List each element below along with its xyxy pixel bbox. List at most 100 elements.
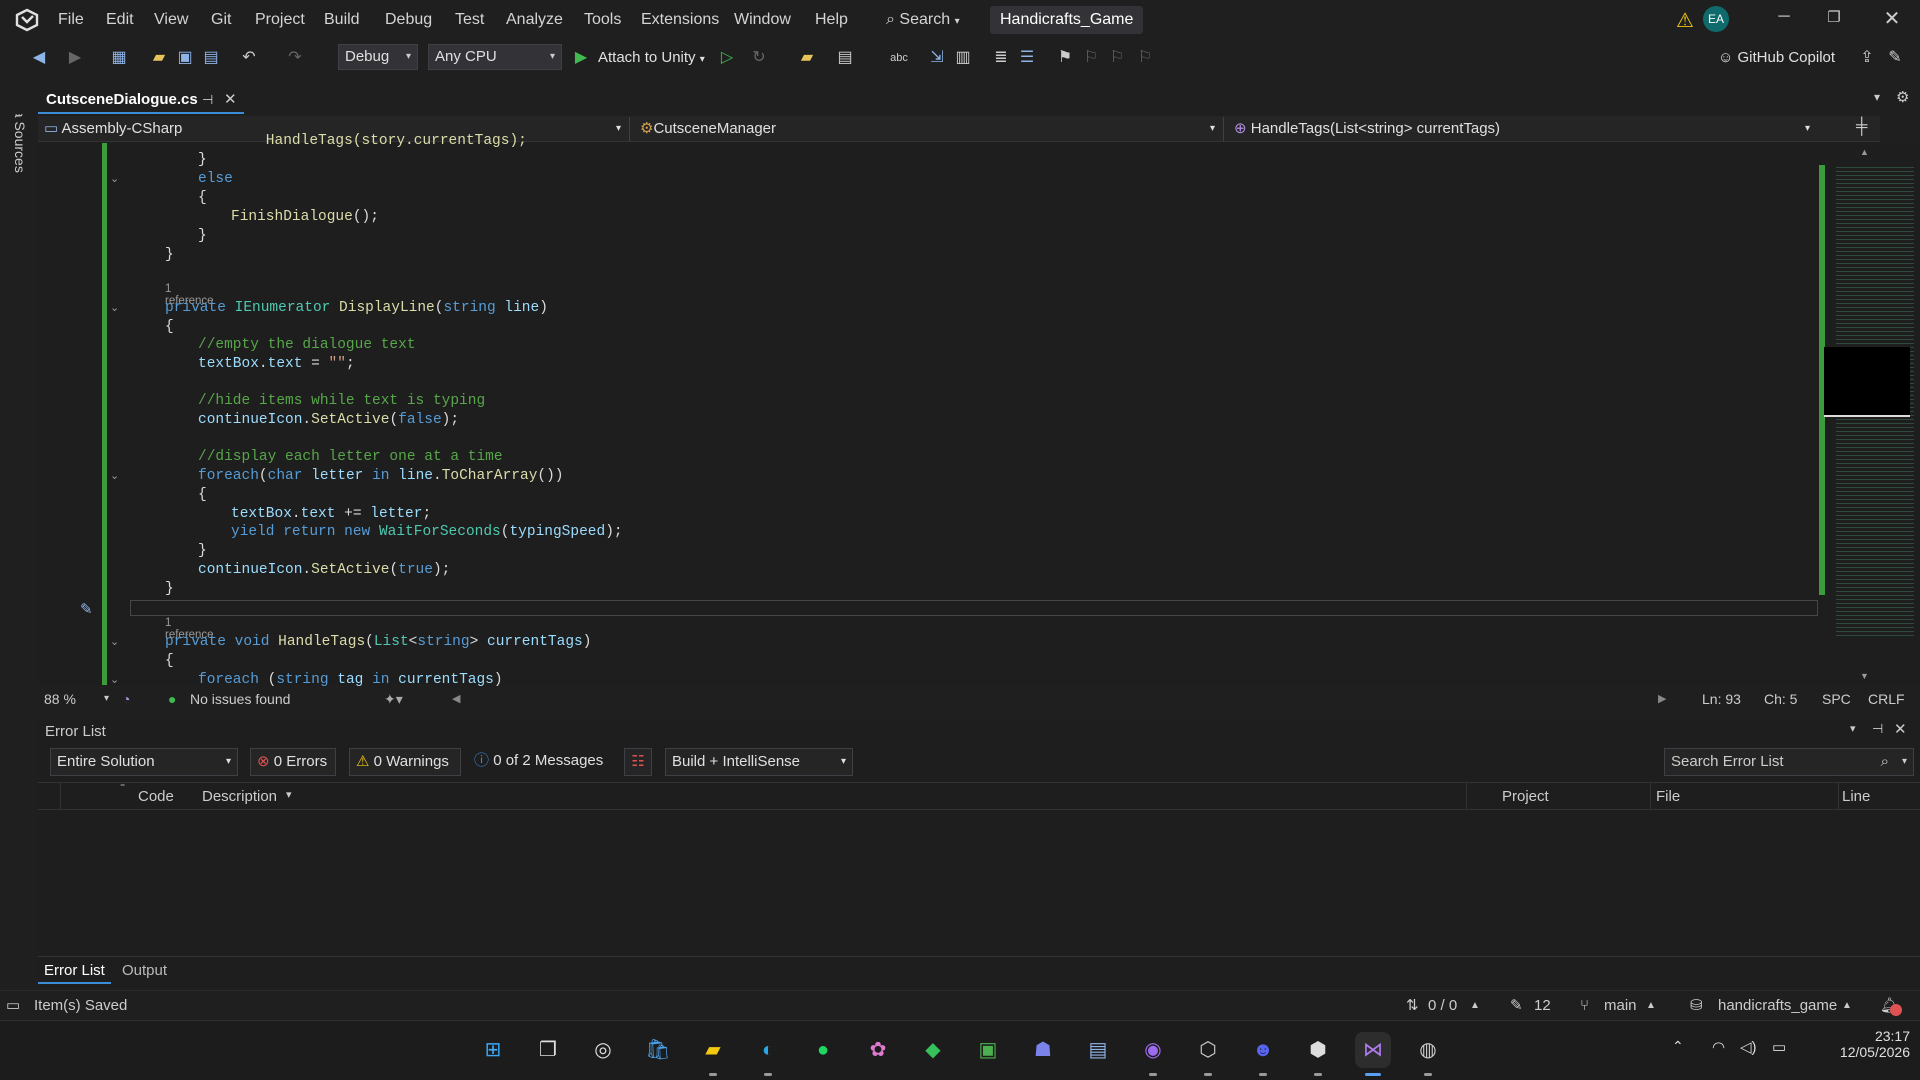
column-number[interactable]: Ch: 5 [1764,688,1797,710]
panel-menu-icon[interactable]: ▾ [1850,722,1856,735]
menu-view[interactable]: View [148,8,194,32]
zoom-level[interactable]: 88 % [44,688,76,710]
volume-icon[interactable]: ◁) [1740,1038,1757,1056]
quick-actions-icon[interactable]: ✎ [80,600,93,618]
edge-icon[interactable]: ◐ [750,1032,786,1076]
minecraft-icon[interactable]: ▣ [970,1032,1006,1068]
feedback-icon[interactable]: ✎ [1882,46,1908,70]
chevron-down-icon[interactable]: ▾ [104,688,109,710]
scroll-down-icon[interactable]: ▼ [1860,671,1869,681]
back-icon[interactable]: ◀ [26,46,52,70]
search-error-list-input[interactable]: Search Error List ⌕ ▾ [1664,748,1914,776]
attach-to-unity-button[interactable]: Attach to Unity ▾ [598,46,705,70]
menu-file[interactable]: File [52,8,90,32]
scope-select[interactable]: Entire Solution ▾ [50,748,238,776]
menu-debug[interactable]: Debug [379,8,438,32]
filter-build-errors-icon[interactable]: ☷ [624,748,652,776]
column-header-project[interactable]: Project [1502,788,1549,805]
chevron-up-icon[interactable]: ▲ [1646,991,1656,1021]
share-icon[interactable]: ⇪ [1854,46,1880,70]
video-editor-icon[interactable]: ▤ [1080,1032,1116,1068]
configuration-select[interactable]: Debug ▾ [338,44,418,70]
github-copilot-button[interactable]: ☺ GitHub Copilot [1718,46,1835,70]
issues-status[interactable]: No issues found [190,688,290,710]
restore-icon[interactable]: ❐ [1814,8,1854,26]
search-button[interactable]: ⌕ Search ▾ [880,8,966,32]
menu-help[interactable]: Help [809,8,854,32]
messages-filter-button[interactable]: ⓘ 0 of 2 Messages [474,748,603,776]
menu-test[interactable]: Test [449,8,490,32]
avatar[interactable]: EA [1703,6,1729,32]
close-icon[interactable]: ✕ [1872,6,1912,31]
fold-chevron-icon[interactable]: ⌄ [110,673,119,686]
errors-filter-button[interactable]: ⊗ 0 Errors [250,748,336,776]
start-without-debug-icon[interactable]: ▷ [714,46,740,70]
store-icon[interactable]: 🛍︎ [640,1032,676,1068]
build-filter-select[interactable]: Build + IntelliSense ▾ [665,748,853,776]
close-panel-icon[interactable]: ✕ [1894,720,1907,738]
next-bookmark-icon[interactable]: ⚐ [1104,46,1130,70]
pin-icon[interactable]: ⊣ [1872,721,1883,737]
clear-bookmarks-icon[interactable]: ⚐ [1132,46,1158,70]
start-menu-icon[interactable]: ⊞ [475,1032,511,1068]
edit-count[interactable]: 12 [1534,991,1551,1021]
copilot-app-icon[interactable]: ◎ [585,1032,621,1068]
line-number[interactable]: Ln: 93 [1702,688,1741,710]
scroll-right-icon[interactable]: ▶ [1658,688,1666,710]
solution-name-badge[interactable]: Handicrafts_Game [990,6,1144,34]
tab-error-list[interactable]: Error List [38,958,111,984]
chevron-down-icon[interactable]: ▾ [286,788,292,801]
outdent-icon[interactable]: ☰ [1014,46,1040,70]
save-icon[interactable]: ▣ [172,46,198,70]
fold-chevron-icon[interactable]: ⌄ [110,301,119,314]
paint-icon[interactable]: ✿ [860,1032,896,1068]
minimap-scrollbar[interactable]: ▲ ▼ [1818,143,1920,685]
unity-icon[interactable]: ⬢ [1300,1032,1336,1076]
column-header-file[interactable]: File [1656,788,1680,805]
visual-studio-logo-icon[interactable] [14,8,40,32]
bookmark-icon[interactable]: ⚑ [1052,46,1078,70]
spellcheck-icon[interactable]: abc [886,46,912,70]
copilot-status-icon[interactable]: ◔ [122,688,130,710]
prev-bookmark-icon[interactable]: ⚐ [1078,46,1104,70]
member-dropdown[interactable]: ⊕ HandleTags(List<string> currentTags) ▾ [1234,117,1818,141]
output-icon[interactable]: ▭ [6,991,20,1021]
line-endings[interactable]: CRLF [1868,688,1905,710]
hot-reload-icon[interactable]: ↻ [746,46,772,70]
redo-icon[interactable]: ↷ [282,46,308,70]
indent-icon[interactable]: ≣ [988,46,1014,70]
pending-changes[interactable]: 0 / 0 [1428,991,1457,1021]
menu-extensions[interactable]: Extensions [635,8,725,32]
warning-icon[interactable]: ⚠ [1676,8,1694,33]
sync-icon[interactable]: ⇅ [1406,991,1419,1021]
close-tab-icon[interactable]: ✕ [224,86,237,114]
new-item-icon[interactable]: ▦ [106,46,132,70]
pin-icon[interactable]: ⊣ [202,86,213,114]
unity-hub-icon[interactable]: ⬡ [1190,1032,1226,1076]
start-debug-icon[interactable]: ▶ [568,46,594,70]
type-dropdown[interactable]: ⚙CutsceneManager ▾ [640,117,1224,141]
undo-icon[interactable]: ↶ [236,46,262,70]
columns-icon[interactable]: ▥ [950,46,976,70]
split-editor-icon[interactable]: ╪ [1856,118,1867,136]
discord-icon[interactable]: ☻ [1245,1032,1281,1076]
menu-git[interactable]: Git [205,8,237,32]
solution-explorer-icon[interactable]: ▰ [794,46,820,70]
open-folder-icon[interactable]: ▰ [146,46,172,70]
tab-cutscene-dialogue[interactable]: CutsceneDialogue.cs ⊣ ✕ [38,86,244,114]
column-header-description[interactable]: Description [202,788,277,805]
clock[interactable]: 23:17 12/05/2026 [1820,1028,1910,1060]
file-explorer-icon[interactable]: ▰ [695,1032,731,1076]
wifi-icon[interactable]: ◠ [1712,1038,1725,1056]
menu-tools[interactable]: Tools [578,8,627,32]
fold-chevron-icon[interactable]: ⌄ [110,469,119,482]
battery-icon[interactable]: ▭ [1772,1038,1786,1056]
fold-chevron-icon[interactable]: ⌄ [110,635,119,648]
chevron-up-icon[interactable]: ⌃ [1672,1038,1684,1055]
settings-gear-icon[interactable]: ⚙ [1896,88,1909,106]
menu-project[interactable]: Project [249,8,311,32]
task-view-icon[interactable]: ❐ [530,1032,566,1068]
column-header-code[interactable]: Code [138,788,174,805]
platform-select[interactable]: Any CPU ▾ [428,44,562,70]
fold-chevron-icon[interactable]: ⌄ [110,172,119,185]
